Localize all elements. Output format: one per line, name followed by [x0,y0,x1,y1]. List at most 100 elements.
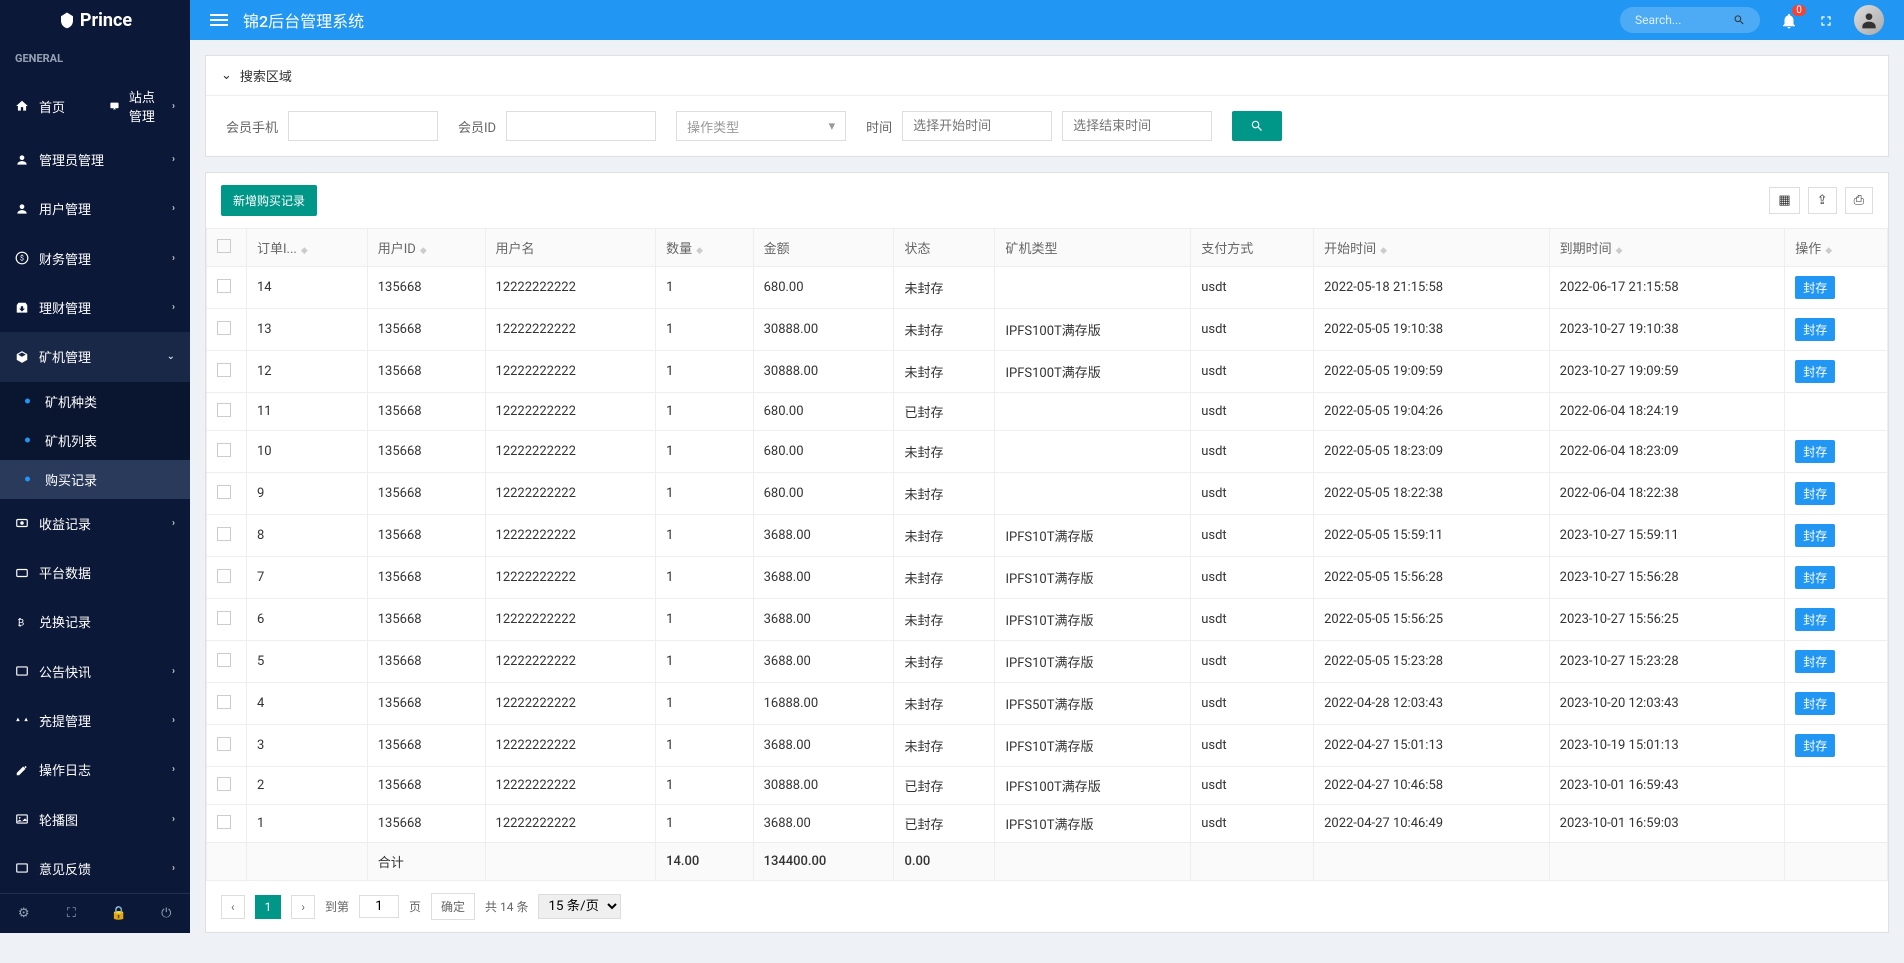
chevron-right-icon: › [172,518,175,529]
row-checkbox[interactable] [217,737,231,751]
sidebar-item-miner[interactable]: 矿机管理 ⌄ [0,332,190,381]
menu-toggle-icon[interactable] [210,14,228,26]
input-end-time[interactable] [1062,111,1212,141]
seal-button[interactable]: 封存 [1795,276,1835,299]
page-input[interactable] [359,895,399,918]
page-1[interactable]: 1 [255,895,282,919]
logo[interactable]: Prince [0,0,190,40]
chevron-down-icon: ⌄ [221,68,232,83]
seal-button[interactable]: 封存 [1795,440,1835,463]
row-checkbox[interactable] [217,611,231,625]
sidebar-item-exchange[interactable]: ₿ 兑换记录 [0,597,190,646]
chevron-down-icon: ⌄ [167,351,175,362]
avatar[interactable] [1854,5,1884,35]
global-search[interactable] [1620,7,1760,33]
monitor-icon [110,99,119,113]
row-checkbox[interactable] [217,527,231,541]
scale-icon [15,713,29,727]
input-start-time[interactable] [902,111,1052,141]
sidebar-item-admin[interactable]: 管理员管理 › [0,135,190,184]
news-icon [15,664,29,678]
input-member-id[interactable] [506,111,656,141]
dollar-icon [15,516,29,530]
row-checkbox[interactable] [217,279,231,293]
seal-button[interactable]: 封存 [1795,650,1835,673]
table-row: 4 135668 12222222222 1 16888.00 未封存 IPFS… [207,683,1888,725]
sidebar-item-platform[interactable]: 平台数据 [0,548,190,597]
lock-icon[interactable]: 🔒 [95,894,143,933]
sidebar-item-feedback[interactable]: 意见反馈 › [0,844,190,893]
sidebar-subitem-purchase-record[interactable]: 购买记录 [0,460,190,499]
sidebar-item-notice[interactable]: 公告快讯 › [0,647,190,696]
sidebar-item-wealth[interactable]: 理财管理 › [0,283,190,332]
chevron-right-icon: › [172,154,175,165]
table-row: 2 135668 12222222222 1 30888.00 已封存 IPFS… [207,767,1888,805]
seal-button[interactable]: 封存 [1795,318,1835,341]
row-checkbox[interactable] [217,485,231,499]
sidebar-item-deposit[interactable]: 充提管理 › [0,696,190,745]
sidebar-subitem-miner-list[interactable]: 矿机列表 [0,421,190,460]
sidebar-item-user[interactable]: 用户管理 › [0,184,190,233]
col-start-time[interactable]: 开始时间◆ [1314,229,1550,267]
select-all-checkbox[interactable] [217,239,231,253]
label-member-phone: 会员手机 [226,117,278,136]
input-member-phone[interactable] [288,111,438,141]
home-icon [15,99,29,113]
row-checkbox[interactable] [217,363,231,377]
table-row: 12 135668 12222222222 1 30888.00 未封存 IPF… [207,351,1888,393]
row-checkbox[interactable] [217,569,231,583]
col-payment: 支付方式 [1191,229,1314,267]
sidebar-item-income[interactable]: 收益记录 › [0,499,190,548]
col-user-id[interactable]: 用户ID◆ [367,229,485,267]
table-row: 3 135668 12222222222 1 3688.00 未封存 IPFS1… [207,725,1888,767]
col-username: 用户名 [485,229,656,267]
sidebar-subitem-miner-type[interactable]: 矿机种类 [0,382,190,421]
image-icon [15,812,29,826]
col-order-id[interactable]: 订单I...◆ [247,229,368,267]
page-prev[interactable]: ‹ [221,895,245,919]
chevron-right-icon: › [172,101,175,112]
print-icon[interactable]: ⎙ [1845,187,1873,214]
row-checkbox[interactable] [217,403,231,417]
seal-button[interactable]: 封存 [1795,608,1835,631]
export-icon[interactable]: ⇪ [1808,187,1837,214]
seal-button[interactable]: 封存 [1795,692,1835,715]
svg-text:₿: ₿ [17,617,24,628]
select-op-type[interactable]: 操作类型 ▾ [676,111,846,141]
row-checkbox[interactable] [217,321,231,335]
add-record-button[interactable]: 新增购买记录 [221,185,317,216]
seal-button[interactable]: 封存 [1795,524,1835,547]
page-confirm[interactable]: 确定 [431,893,475,920]
notification-icon[interactable]: 0 [1780,10,1798,30]
sidebar-item-carousel[interactable]: 轮播图 › [0,794,190,843]
seal-button[interactable]: 封存 [1795,734,1835,757]
fullscreen-icon[interactable] [1818,11,1834,30]
page-size-select[interactable]: 15 条/页 [538,894,621,919]
settings-icon[interactable]: ⚙ [0,894,48,933]
power-icon[interactable]: ⏻ [143,894,191,933]
row-checkbox[interactable] [217,777,231,791]
search-input[interactable] [1635,13,1733,27]
row-checkbox[interactable] [217,653,231,667]
sidebar-bottom: ⚙ ⛶ 🔒 ⏻ [0,893,190,933]
columns-icon[interactable]: ▦ [1769,187,1799,214]
row-checkbox[interactable] [217,443,231,457]
sidebar-item-finance[interactable]: $ 财务管理 › [0,234,190,283]
chevron-right-icon: › [172,203,175,214]
row-checkbox[interactable] [217,815,231,829]
col-action[interactable]: 操作◆ [1785,229,1888,267]
table-row: 1 135668 12222222222 1 3688.00 已封存 IPFS1… [207,805,1888,843]
sidebar-item-home[interactable]: 首页 [0,77,95,135]
seal-button[interactable]: 封存 [1795,360,1835,383]
sidebar-item-oplog[interactable]: 操作日志 › [0,745,190,794]
seal-button[interactable]: 封存 [1795,566,1835,589]
sidebar-item-site[interactable]: 站点管理 › [95,77,190,135]
page-next[interactable]: › [291,895,315,919]
col-expire-time[interactable]: 到期时间◆ [1549,229,1785,267]
seal-button[interactable]: 封存 [1795,482,1835,505]
expand-icon[interactable]: ⛶ [48,894,96,933]
col-quantity[interactable]: 数量◆ [656,229,753,267]
row-checkbox[interactable] [217,695,231,709]
search-button[interactable] [1232,111,1282,141]
search-panel-header[interactable]: ⌄ 搜索区域 [206,56,1888,96]
